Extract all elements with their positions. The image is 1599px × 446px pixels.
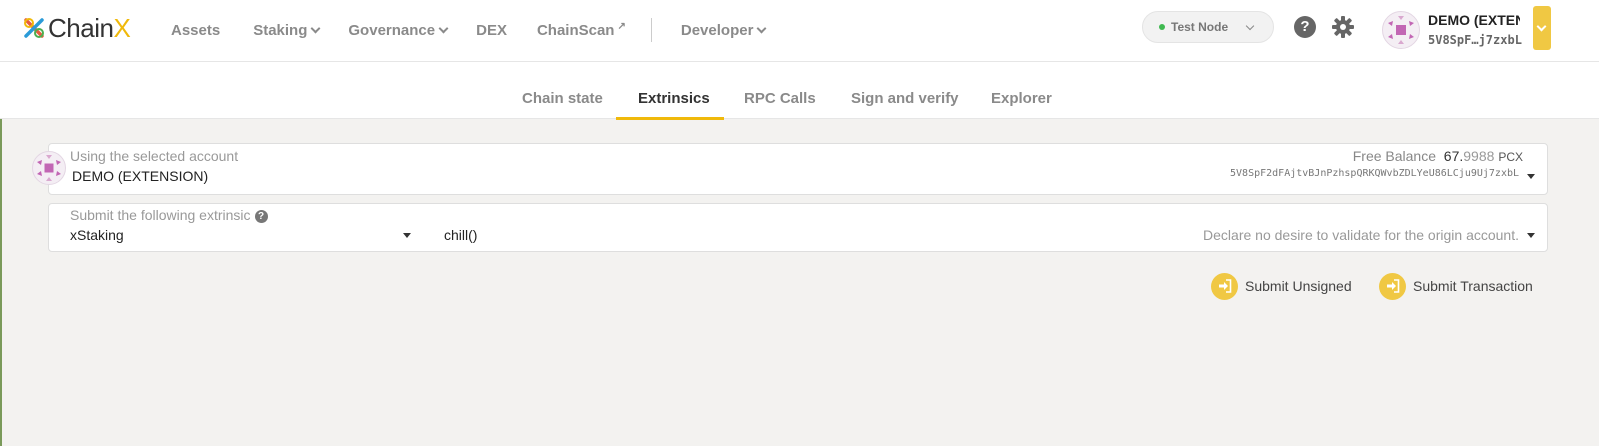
gear-icon[interactable]	[1331, 15, 1355, 39]
tab-extrinsics[interactable]: Extrinsics	[638, 90, 710, 107]
account-name[interactable]: DEMO (EXTENSION)	[1428, 12, 1520, 28]
caret-down-icon[interactable]	[403, 233, 411, 238]
nav-chainscan[interactable]: ChainScan ↗	[537, 20, 626, 39]
free-balance: Free Balance 67.9988 PCX	[1352, 148, 1523, 164]
extrinsic-selector: Submit the following extrinsic? xStaking…	[48, 203, 1548, 252]
account-address: 5V8SpF…j7zxbL	[1428, 33, 1522, 47]
module-select-value[interactable]: xStaking	[70, 227, 124, 243]
tab-explorer[interactable]: Explorer	[991, 90, 1052, 107]
nav-divider	[650, 18, 652, 42]
developer-tabs: Chain state Extrinsics RPC Calls Sign an…	[0, 62, 1599, 119]
node-selector[interactable]: Test Node	[1142, 11, 1274, 43]
nav-staking[interactable]: Staking	[253, 22, 321, 39]
help-icon[interactable]: ?	[1294, 16, 1316, 38]
account-selector[interactable]: Using the selected account DEMO (EXTENSI…	[48, 143, 1548, 195]
sign-in-icon	[1211, 272, 1238, 300]
chevron-down-icon	[756, 23, 767, 33]
tab-chain-state[interactable]: Chain state	[522, 90, 603, 107]
chainx-logo-icon	[24, 18, 44, 38]
account-selector-label: Using the selected account	[70, 148, 239, 164]
nav-developer[interactable]: Developer	[681, 22, 767, 39]
brand-logo[interactable]: ChainX	[22, 12, 131, 43]
node-label: Test Node	[1171, 20, 1229, 34]
account-full-address: 5V8SpF2dFAjtvBJnPzhspQRKQWvbZDLYeU86LCju…	[1230, 168, 1519, 179]
sign-in-icon	[1379, 272, 1406, 300]
extrinsic-selector-label: Submit the following extrinsic?	[70, 207, 268, 223]
top-header: ChainX Assets Staking Governance DEX Cha…	[0, 0, 1599, 62]
account-avatar[interactable]	[1382, 11, 1420, 49]
submit-unsigned-button[interactable]: Submit Unsigned	[1211, 272, 1352, 300]
main-nav: Assets Staking Governance DEX ChainScan ↗…	[171, 18, 767, 42]
tab-sign-and-verify[interactable]: Sign and verify	[851, 90, 959, 107]
caret-down-icon[interactable]	[1527, 233, 1535, 238]
account-menu-button[interactable]	[1533, 6, 1551, 50]
account-selector-value[interactable]: DEMO (EXTENSION)	[72, 168, 208, 184]
submit-unsigned-label: Submit Unsigned	[1245, 278, 1352, 294]
chevron-down-icon	[438, 23, 449, 33]
submit-transaction-label: Submit Transaction	[1413, 278, 1533, 294]
help-icon[interactable]: ?	[254, 210, 268, 223]
nav-dex[interactable]: DEX	[476, 22, 507, 39]
external-link-icon: ↗	[617, 20, 626, 32]
chevron-down-icon	[1536, 21, 1547, 32]
method-description: Declare no desire to validate for the or…	[1203, 227, 1519, 243]
nav-assets[interactable]: Assets	[171, 22, 220, 39]
tab-rpc-calls[interactable]: RPC Calls	[744, 90, 816, 107]
submit-transaction-button[interactable]: Submit Transaction	[1379, 272, 1533, 300]
caret-down-icon[interactable]	[1527, 174, 1535, 179]
node-status-dot	[1159, 24, 1165, 30]
active-tab-indicator	[616, 117, 724, 120]
brand-name: ChainX	[48, 12, 131, 43]
chevron-down-icon	[1245, 21, 1255, 31]
nav-governance[interactable]: Governance	[348, 22, 449, 39]
method-select-value[interactable]: chill()	[444, 227, 477, 243]
selected-account-avatar	[32, 151, 66, 185]
chevron-down-icon	[310, 23, 321, 33]
